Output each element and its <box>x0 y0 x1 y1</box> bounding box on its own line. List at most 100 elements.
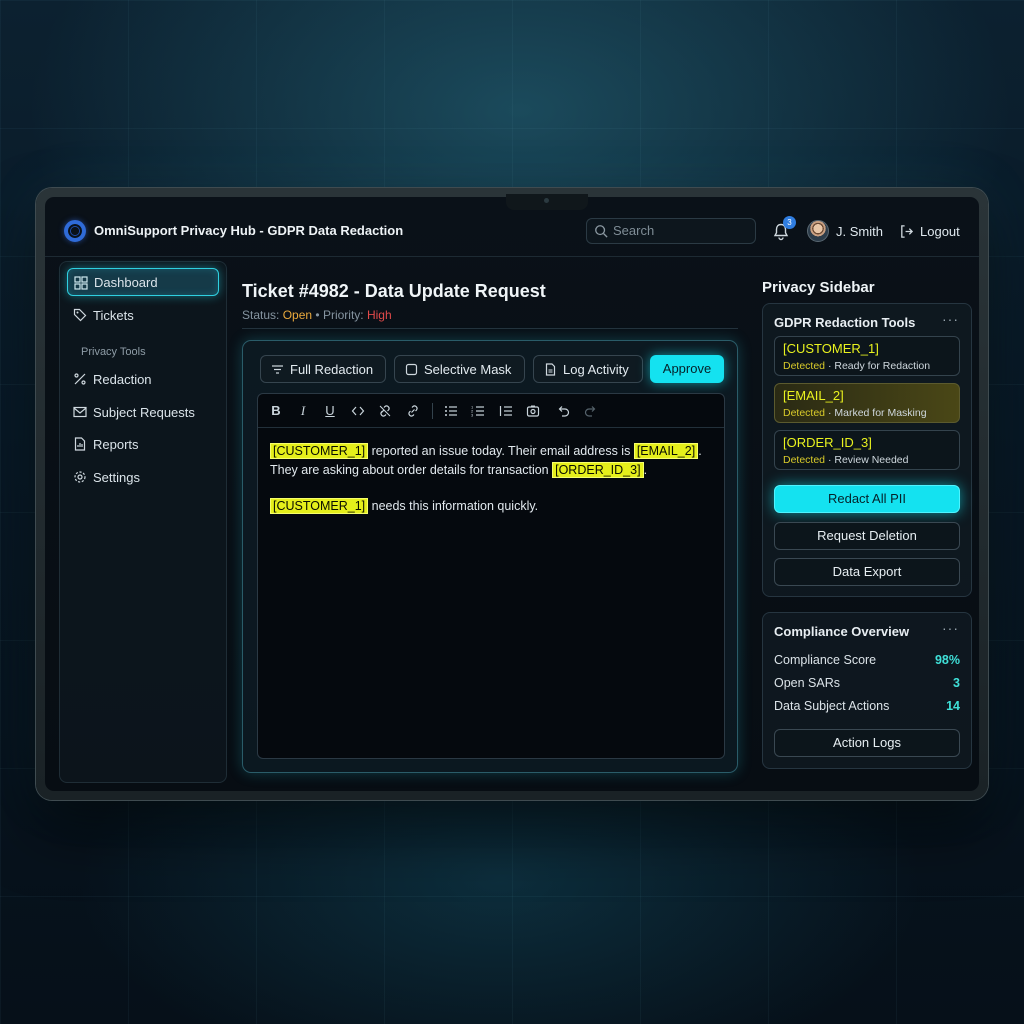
body-text: . <box>643 463 648 477</box>
body-text: They are asking about order details for … <box>270 463 553 477</box>
page-title: Ticket #4982 - Data Update Request <box>242 281 546 301</box>
full-redaction-label: Full Redaction <box>290 361 374 377</box>
selective-mask-button[interactable]: Selective Mask <box>394 355 525 383</box>
metric-value: 98% <box>934 653 960 667</box>
bold-button[interactable]: B <box>268 403 284 419</box>
ticket-body: [CUSTOMER_1] reported an issue today. Th… <box>270 442 710 516</box>
detected-label: Detected <box>783 407 826 419</box>
pii-tag-customer[interactable]: [CUSTOMER_1] <box>270 443 369 459</box>
divider <box>242 328 738 329</box>
underline-button[interactable]: U <box>322 403 338 419</box>
numbered-list-icon[interactable]: 123 <box>470 403 486 419</box>
panel-title: GDPR Redaction Tools <box>774 315 916 330</box>
entity-tag: [ORDER_ID_3] <box>783 435 872 450</box>
panel-title: Compliance Overview <box>774 624 910 639</box>
detected-label: Detected <box>783 360 826 372</box>
more-options-icon[interactable]: ··· <box>942 311 959 327</box>
bullet-list-icon[interactable] <box>443 403 459 419</box>
tablet-frame: OmniSupport Privacy Hub - GDPR Data Reda… <box>36 188 988 800</box>
pii-tag-customer[interactable]: [CUSTOMER_1] <box>270 498 369 514</box>
paragraph: [CUSTOMER_1] needs this information quic… <box>270 497 710 516</box>
app-screen: OmniSupport Privacy Hub - GDPR Data Reda… <box>45 197 979 791</box>
report-icon <box>74 437 86 451</box>
gdpr-redaction-tools-panel: GDPR Redaction Tools ··· [CUSTOMER_1] De… <box>762 303 972 597</box>
priority-badge: High <box>366 308 392 322</box>
log-activity-button[interactable]: Log Activity <box>533 355 643 383</box>
redact-all-pii-button[interactable]: Redact All PII <box>774 485 960 513</box>
action-logs-button[interactable]: Action Logs <box>774 729 960 757</box>
entity-status-text: · Marked for Masking <box>825 407 927 419</box>
meta-separator: • <box>315 308 323 322</box>
avatar[interactable] <box>807 220 829 242</box>
entity-status-text: · Review Needed <box>825 454 909 466</box>
entity-status: Detected · Ready for Redaction <box>783 360 930 372</box>
unlink-icon[interactable] <box>377 403 393 419</box>
italic-button[interactable]: I <box>295 403 311 419</box>
mask-icon <box>405 363 418 376</box>
nav-item-subject-requests[interactable]: Subject Requests <box>67 398 219 426</box>
entity-card-customer[interactable]: [CUSTOMER_1] Detected · Ready for Redact… <box>774 336 960 376</box>
log-activity-label: Log Activity <box>563 361 629 377</box>
document-icon <box>545 363 556 376</box>
body-text: . <box>698 444 702 458</box>
nav-item-reports[interactable]: Reports <box>67 430 219 458</box>
entity-status: Detected · Review Needed <box>783 454 909 466</box>
approve-button[interactable]: Approve <box>650 355 724 383</box>
camera-notch <box>506 194 588 210</box>
nav-item-settings[interactable]: Settings <box>67 463 219 491</box>
tag-icon <box>73 308 87 322</box>
request-deletion-button[interactable]: Request Deletion <box>774 522 960 550</box>
metric-label: Data Subject Actions <box>774 699 890 713</box>
nav-item-tickets[interactable]: Tickets <box>67 301 219 329</box>
status-label: Status: <box>242 308 280 322</box>
pii-tag-order[interactable]: [ORDER_ID_3] <box>552 462 644 478</box>
pii-tag-email[interactable]: [EMAIL_2] <box>633 443 699 459</box>
sidebar-title: Privacy Sidebar <box>762 279 875 296</box>
notification-badge: 3 <box>783 216 796 229</box>
grid-icon <box>74 276 88 290</box>
toolbar-separator <box>432 403 433 419</box>
paragraph: [CUSTOMER_1] reported an issue today. Th… <box>270 442 710 480</box>
nav-item-redaction[interactable]: Redaction <box>67 365 219 393</box>
data-export-button[interactable]: Data Export <box>774 558 960 586</box>
metric-value: 3 <box>953 676 960 690</box>
image-icon[interactable] <box>525 403 541 419</box>
nav-item-dashboard[interactable]: Dashboard <box>67 268 219 296</box>
metric-compliance-score: Compliance Score 98% <box>774 653 960 667</box>
entity-card-email[interactable]: [EMAIL_2] Detected · Marked for Masking <box>774 383 960 423</box>
nav-section-label: Privacy Tools <box>81 346 146 358</box>
search-icon <box>595 225 608 238</box>
gear-icon <box>74 471 86 483</box>
full-redaction-button[interactable]: Full Redaction <box>260 355 386 383</box>
nav-item-label: Dashboard <box>94 274 158 290</box>
search-input[interactable]: Search <box>586 218 756 244</box>
nav-item-label: Reports <box>93 436 139 452</box>
selective-mask-label: Selective Mask <box>424 361 512 377</box>
user-name[interactable]: J. Smith <box>836 224 883 239</box>
detected-label: Detected <box>783 454 826 466</box>
logout-button[interactable]: Logout <box>920 224 960 239</box>
body-text: reported an issue today. Their email add… <box>368 444 634 458</box>
search-placeholder: Search <box>613 223 655 238</box>
nav-item-label: Redaction <box>93 371 152 387</box>
metric-label: Compliance Score <box>774 653 877 667</box>
undo-icon[interactable] <box>555 403 571 419</box>
indent-list-icon[interactable] <box>498 403 514 419</box>
nav-item-label: Settings <box>93 469 140 485</box>
entity-tag: [CUSTOMER_1] <box>783 341 879 356</box>
mail-icon <box>73 406 87 418</box>
ticket-text-editor[interactable]: B I U 123 [CUSTOMER_1] reported an issue… <box>257 393 725 759</box>
metric-data-subject-actions: Data Subject Actions 14 <box>774 699 960 713</box>
percent-icon <box>74 373 86 385</box>
more-options-icon[interactable]: ··· <box>942 620 959 636</box>
redo-icon[interactable] <box>583 403 599 419</box>
nav-item-label: Tickets <box>93 307 134 323</box>
entity-tag: [EMAIL_2] <box>783 388 844 403</box>
link-icon[interactable] <box>405 403 421 419</box>
metric-value: 14 <box>946 699 960 713</box>
logout-icon[interactable] <box>899 224 914 239</box>
compliance-overview-panel: Compliance Overview ··· Compliance Score… <box>762 612 972 769</box>
code-icon[interactable] <box>350 403 366 419</box>
entity-card-order[interactable]: [ORDER_ID_3] Detected · Review Needed <box>774 430 960 470</box>
left-nav: Dashboard Tickets Privacy Tools Redactio… <box>59 261 227 783</box>
